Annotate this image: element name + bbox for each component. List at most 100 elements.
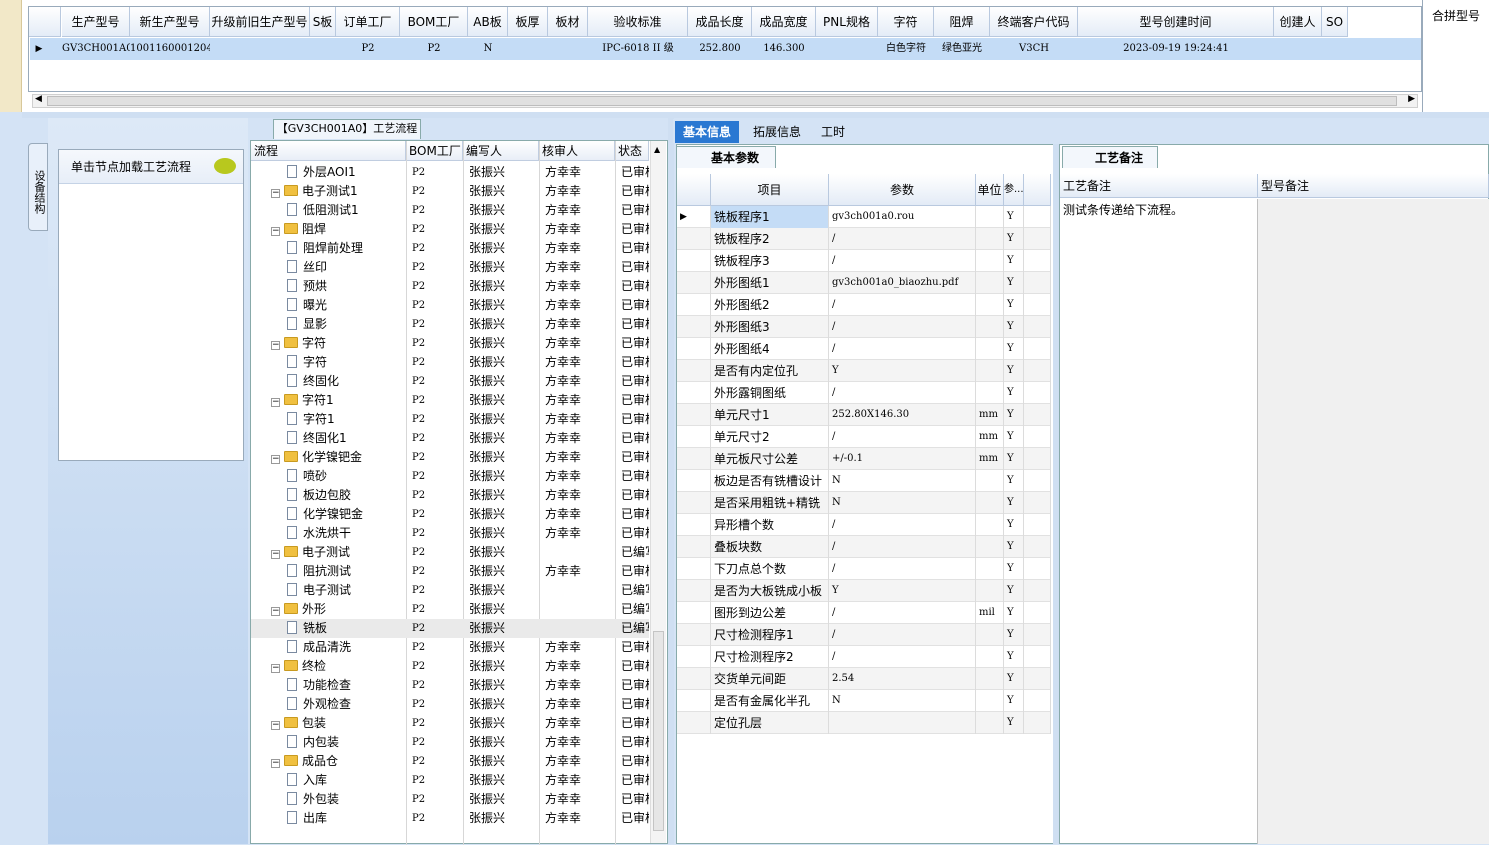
- param-flag[interactable]: Y: [1004, 404, 1024, 426]
- param-flag[interactable]: Y: [1004, 382, 1024, 404]
- tree-row[interactable]: 化学镍钯金 P2 张振兴 方幸幸 已审核: [251, 505, 649, 524]
- col-new-model[interactable]: 新生产型号: [130, 7, 210, 37]
- param-flag[interactable]: Y: [1004, 602, 1024, 624]
- tree-row[interactable]: 丝印 P2 张振兴 方幸幸 已审核: [251, 258, 649, 277]
- param-flag[interactable]: Y: [1004, 580, 1024, 602]
- tree-node[interactable]: − 成品仓: [271, 752, 406, 771]
- param-unit[interactable]: [976, 536, 1004, 558]
- param-unit[interactable]: [976, 580, 1004, 602]
- param-flag[interactable]: Y: [1004, 272, 1024, 294]
- tree-node[interactable]: − 化学镍钯金: [271, 448, 406, 467]
- param-row[interactable]: 是否为大板铣成小板 Y Y: [677, 580, 1051, 602]
- param-item[interactable]: 板边是否有铣槽设计: [711, 470, 829, 492]
- param-item[interactable]: 铣板程序1: [711, 206, 829, 228]
- param-row[interactable]: 异形槽个数 / Y: [677, 514, 1051, 536]
- load-hint-label[interactable]: 单击节点加载工艺流程: [59, 150, 243, 184]
- row-indicator[interactable]: [677, 426, 711, 448]
- param-unit[interactable]: [976, 712, 1004, 734]
- param-unit[interactable]: [976, 206, 1004, 228]
- param-flag[interactable]: Y: [1004, 470, 1024, 492]
- cell-length[interactable]: 252.800: [688, 38, 752, 60]
- scroll-up-icon[interactable]: ▲: [654, 145, 660, 154]
- tree-node[interactable]: 预烘: [287, 277, 406, 296]
- param-row[interactable]: 单元尺寸1 252.80X146.30 mm Y: [677, 404, 1051, 426]
- col-so[interactable]: SO: [1322, 7, 1348, 37]
- param-unit[interactable]: [976, 316, 1004, 338]
- tree-node[interactable]: 出库: [287, 809, 406, 828]
- param-row[interactable]: 铣板程序2/ Y: [677, 228, 1051, 250]
- tree-node[interactable]: 电子测试: [287, 581, 406, 600]
- tree-row[interactable]: − 终检 P2 张振兴 方幸幸 已审核: [251, 657, 649, 676]
- row-indicator[interactable]: [677, 448, 711, 470]
- tree-row[interactable]: 字符 P2 张振兴 方幸幸 已审核: [251, 353, 649, 372]
- col-bom-factory[interactable]: BOM工厂: [400, 7, 468, 37]
- tree-node[interactable]: 阻焊前处理: [287, 239, 406, 258]
- param-unit[interactable]: [976, 646, 1004, 668]
- tree-node[interactable]: 外包装: [287, 790, 406, 809]
- tree-row[interactable]: 外包装 P2 张振兴 方幸幸 已审核: [251, 790, 649, 809]
- param-flag[interactable]: Y: [1004, 690, 1024, 712]
- tree-node[interactable]: 成品清洗: [287, 638, 406, 657]
- param-flag[interactable]: Y: [1004, 514, 1024, 536]
- param-unit[interactable]: [976, 382, 1004, 404]
- row-indicator[interactable]: [677, 558, 711, 580]
- tree-node[interactable]: − 电子测试: [271, 543, 406, 562]
- param-flag[interactable]: Y: [1004, 316, 1024, 338]
- param-row[interactable]: 板边是否有铣槽设计 N Y: [677, 470, 1051, 492]
- col-solder-mask[interactable]: 阻焊: [934, 7, 990, 37]
- param-item[interactable]: 外形露铜图纸: [711, 382, 829, 404]
- param-flag[interactable]: Y: [1004, 448, 1024, 470]
- param-value[interactable]: Y: [829, 580, 976, 602]
- tree-row[interactable]: 内包装 P2 张振兴 方幸幸 已审核: [251, 733, 649, 752]
- tree-node[interactable]: 喷砂: [287, 467, 406, 486]
- col-writer[interactable]: 编写人: [463, 141, 539, 161]
- cell-width[interactable]: 146.300: [752, 38, 816, 60]
- tree-row[interactable]: 字符1 P2 张振兴 方幸幸 已审核: [251, 410, 649, 429]
- param-flag[interactable]: Y: [1004, 294, 1024, 316]
- collapse-icon[interactable]: −: [271, 341, 280, 350]
- process-remark-text[interactable]: 测试条传递给下流程。: [1060, 199, 1258, 844]
- row-indicator[interactable]: [677, 404, 711, 426]
- param-item[interactable]: 下刀点总个数: [711, 558, 829, 580]
- param-item[interactable]: 图形到边公差: [711, 602, 829, 624]
- cell-pnl-spec[interactable]: [816, 38, 878, 60]
- param-flag[interactable]: Y: [1004, 206, 1024, 228]
- param-value[interactable]: /: [829, 514, 976, 536]
- tree-row[interactable]: 喷砂 P2 张振兴 方幸幸 已审核: [251, 467, 649, 486]
- param-item[interactable]: 交货单元间距: [711, 668, 829, 690]
- param-row[interactable]: 外形图纸1 gv3ch001a0_biaozhu.pdf Y: [677, 272, 1051, 294]
- col-flag[interactable]: 参...: [1004, 174, 1024, 206]
- param-row[interactable]: 单元尺寸2/mm Y: [677, 426, 1051, 448]
- param-item[interactable]: 外形图纸2: [711, 294, 829, 316]
- param-value[interactable]: N: [829, 470, 976, 492]
- col-param[interactable]: 参数: [829, 174, 976, 206]
- cell-silkscreen[interactable]: 白色字符: [878, 38, 934, 60]
- cell-s-board[interactable]: [310, 38, 336, 60]
- param-value[interactable]: /: [829, 558, 976, 580]
- row-indicator[interactable]: [677, 646, 711, 668]
- param-value[interactable]: /: [829, 646, 976, 668]
- row-indicator[interactable]: [677, 580, 711, 602]
- param-item[interactable]: 是否有内定位孔: [711, 360, 829, 382]
- param-value[interactable]: /: [829, 382, 976, 404]
- tree-row[interactable]: − 字符 P2 张振兴 方幸幸 已审核: [251, 334, 649, 353]
- param-row[interactable]: 是否采用粗铣+精铣 N Y: [677, 492, 1051, 514]
- tree-node[interactable]: 板边包胶: [287, 486, 406, 505]
- equipment-structure-tab[interactable]: 设备结构: [28, 143, 48, 231]
- col-status[interactable]: 状态: [615, 141, 649, 161]
- tree-row[interactable]: − 阻焊 P2 张振兴 方幸幸 已审核: [251, 220, 649, 239]
- scroll-left-icon[interactable]: ◀: [35, 94, 42, 104]
- horizontal-scrollbar[interactable]: ◀ ▶: [32, 94, 1418, 108]
- param-item[interactable]: 是否为大板铣成小板: [711, 580, 829, 602]
- tree-row[interactable]: 电子测试 P2 张振兴 已编写: [251, 581, 649, 600]
- param-item[interactable]: 铣板程序3: [711, 250, 829, 272]
- tree-row[interactable]: 出库 P2 张振兴 方幸幸 已审核: [251, 809, 649, 828]
- param-value[interactable]: Y: [829, 360, 976, 382]
- param-value[interactable]: [829, 712, 976, 734]
- cell-old-model[interactable]: [210, 38, 310, 60]
- param-unit[interactable]: [976, 338, 1004, 360]
- row-pointer-icon[interactable]: ▶: [677, 206, 711, 228]
- row-indicator[interactable]: [677, 360, 711, 382]
- param-value[interactable]: /: [829, 228, 976, 250]
- row-indicator[interactable]: [677, 536, 711, 558]
